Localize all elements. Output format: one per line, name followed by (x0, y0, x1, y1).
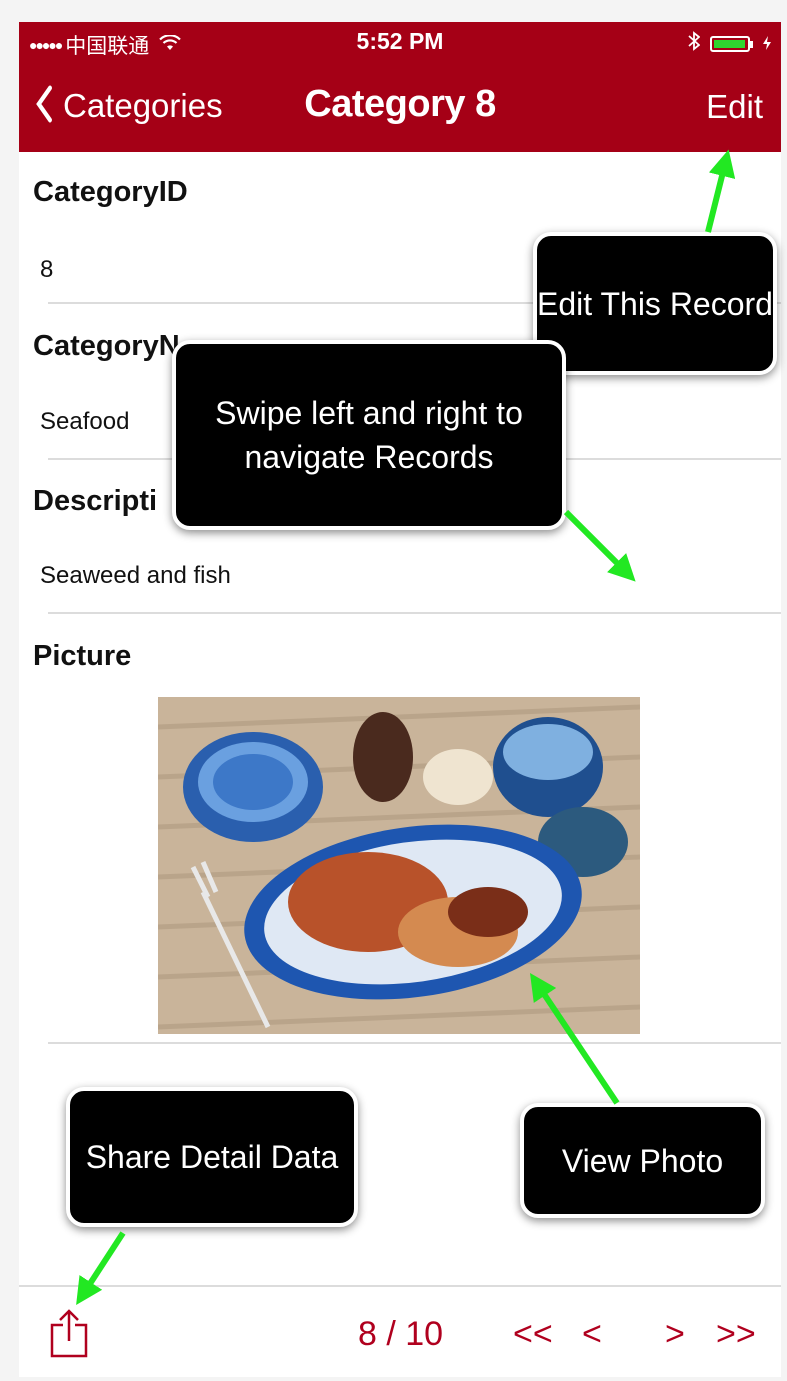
status-bar: ●●●●● 中国联通 5:52 PM (19, 22, 781, 62)
field-value-categoryid: 8 (40, 256, 54, 283)
callout-swipe: Swipe left and right to navigate Records (172, 340, 566, 530)
toolbar-divider (19, 1285, 781, 1287)
share-icon[interactable] (49, 1309, 89, 1368)
field-label-description: Descripti (33, 485, 158, 517)
battery-tip-icon (750, 40, 753, 48)
edit-button[interactable]: Edit (706, 88, 763, 126)
navigation-bar: ●●●●● 中国联通 5:52 PM Categories Category 8… (19, 22, 781, 152)
field-label-categoryname: CategoryN (33, 330, 180, 362)
field-value-categoryname: Seafood (40, 408, 130, 435)
field-label-categoryid: CategoryID (33, 176, 188, 208)
callout-share: Share Detail Data (66, 1087, 358, 1227)
nav-row: Categories Category 8 Edit (19, 77, 781, 137)
field-label-picture: Picture (33, 640, 132, 672)
battery-icon (710, 36, 750, 52)
page-indicator: 8 / 10 (358, 1315, 444, 1353)
status-right (688, 31, 771, 57)
bluetooth-icon (688, 31, 701, 57)
bottom-toolbar: 8 / 10 << < > >> (19, 1285, 781, 1377)
charging-icon (763, 35, 771, 53)
status-time: 5:52 PM (356, 28, 444, 54)
row-divider (48, 1042, 781, 1044)
page-title: Category 8 (304, 83, 496, 125)
field-value-description: Seaweed and fish (40, 562, 231, 589)
row-divider (48, 612, 781, 614)
callout-edit-record: Edit This Record (533, 232, 777, 375)
next-record-button[interactable]: > (665, 1315, 685, 1354)
category-photo[interactable] (158, 697, 640, 1034)
first-record-button[interactable]: << (513, 1315, 553, 1354)
last-record-button[interactable]: >> (716, 1315, 756, 1354)
previous-record-button[interactable]: < (582, 1315, 602, 1354)
callout-view-photo: View Photo (520, 1103, 765, 1218)
